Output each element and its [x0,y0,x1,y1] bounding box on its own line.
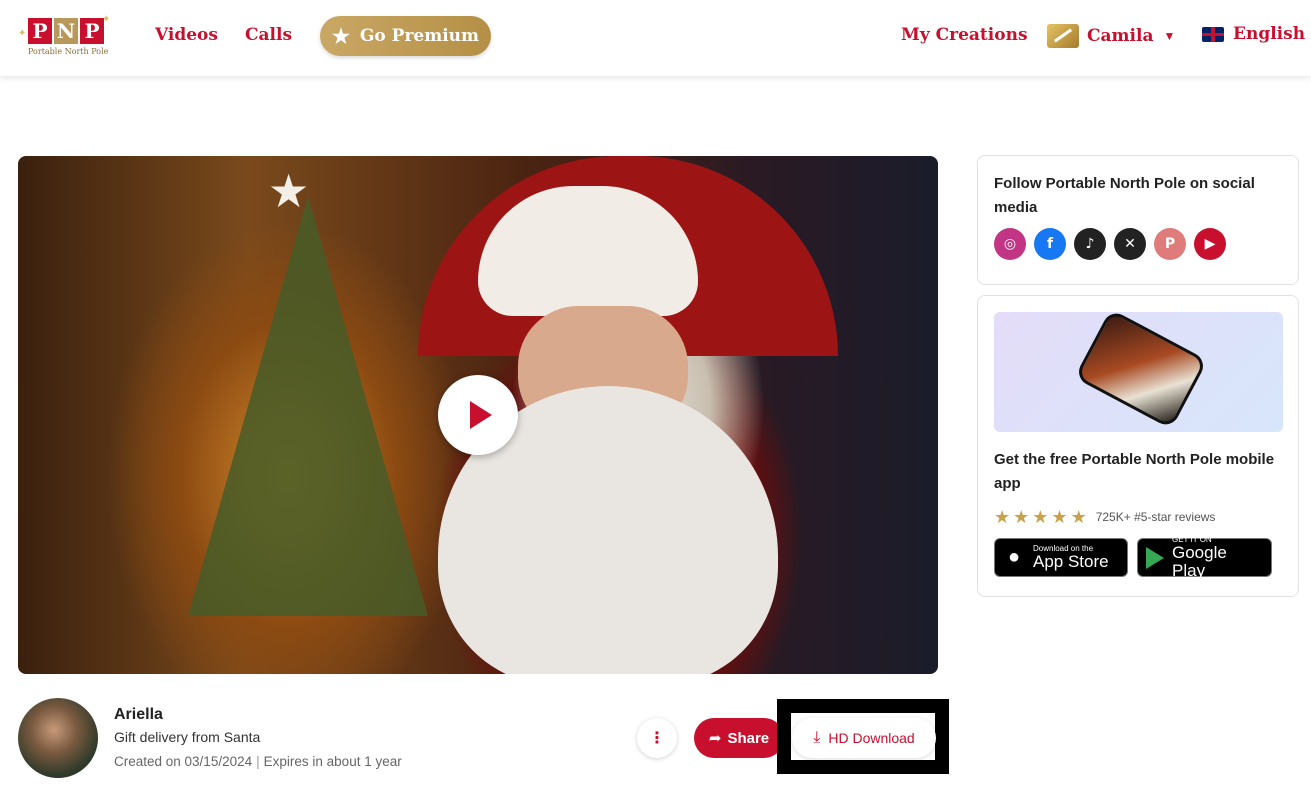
google-play-big: Google Play [1172,543,1227,580]
logo-letter: N [54,18,78,44]
creation-dates: Created on 03/15/2024 | Expires in about 1… [114,754,402,769]
app-card-title: Get the free Portable North Pole mobile … [994,451,1275,492]
app-promo-image [994,312,1283,432]
divider: | [256,754,260,769]
top-header: ✦ ✦ P N P Portable North Pole Videos Cal… [0,0,1311,76]
chevron-down-icon: ▼ [1163,29,1176,43]
nav-calls[interactable]: Calls [245,25,292,45]
logo-letter: P [80,18,104,44]
app-store-text: Download on the App Store [1033,544,1109,571]
christmas-tree-graphic [188,196,428,616]
share-label: Share [727,729,770,747]
instagram-icon[interactable]: ◎ [994,228,1026,260]
logo-letters: P N P [28,18,104,44]
logo-letter: P [28,18,52,44]
hd-download-button[interactable]: ⤓ HD Download [792,718,936,758]
store-buttons-row: ● Download on the App Store GET IT ON Go… [994,535,1282,580]
google-play-icon [1146,546,1164,569]
rating-row: ★ ★ ★ ★ ★ 725K+ #5-star reviews [994,508,1282,526]
phone-graphic [1074,312,1208,430]
app-store-button[interactable]: ● Download on the App Store [994,538,1128,577]
language-label: English [1233,24,1306,44]
rating-text: 725K+ #5-star reviews [1095,510,1216,524]
share-button[interactable]: ➦ Share [694,718,784,758]
hd-download-label: HD Download [828,730,915,746]
play-button[interactable] [438,375,518,455]
nav-videos[interactable]: Videos [155,25,218,45]
social-follow-card: Follow Portable North Pole on social med… [977,155,1299,285]
google-play-button[interactable]: GET IT ON Google Play [1137,535,1272,580]
x-icon[interactable]: ✕ [1114,228,1146,260]
play-icon [470,401,492,429]
share-arrow-icon: ➦ [708,730,722,747]
rating-star-icon: ★ [1032,507,1049,527]
rating-star-icon: ★ [1013,507,1030,527]
apple-icon: ● [1007,546,1021,568]
rating-star-icon: ★ [994,507,1011,527]
google-play-text: GET IT ON Google Play [1172,535,1263,580]
go-premium-button[interactable]: ★ Go Premium [320,16,491,56]
social-card-title: Follow Portable North Pole on social med… [994,175,1255,216]
video-player[interactable]: ★ [18,156,938,674]
avatar [18,698,98,778]
magic-wand-icon [1047,24,1079,48]
creation-subtitle: Gift delivery from Santa [114,729,261,745]
star-icon: ★ [331,24,350,48]
uk-flag-icon [1202,26,1224,42]
sparkle-icon: ✦ [18,28,27,39]
created-date: Created on 03/15/2024 [114,754,253,769]
download-icon: ⤓ [813,729,821,746]
go-premium-label: Go Premium [359,26,480,46]
user-menu[interactable]: Camila ▼ [1047,24,1175,48]
app-store-big: App Store [1033,552,1109,571]
recipient-name: Ariella [114,706,163,723]
kebab-icon: ⋮ [649,730,665,747]
nav-my-creations[interactable]: My Creations [901,25,1028,45]
pnp-logo[interactable]: ✦ ✦ P N P Portable North Pole [18,14,110,60]
expires-text: Expires in about 1 year [263,754,402,769]
language-selector[interactable]: English [1202,24,1305,44]
facebook-icon[interactable]: f [1034,228,1066,260]
mobile-app-card: Get the free Portable North Pole mobile … [977,295,1299,597]
rating-star-icon: ★ [1070,507,1087,527]
youtube-icon[interactable]: ▶ [1194,228,1226,260]
tree-star-icon: ★ [268,165,310,217]
user-name: Camila [1087,26,1154,46]
social-icons-row: ◎ f ♪ ✕ P ▶ [994,228,1282,260]
more-options-button[interactable]: ⋮ [637,718,677,758]
pinterest-icon[interactable]: P [1154,228,1186,260]
rating-star-icon: ★ [1051,507,1068,527]
creation-meta: Ariella Gift delivery from Santa Created… [114,706,402,769]
logo-subtitle: Portable North Pole [28,47,109,56]
tiktok-icon[interactable]: ♪ [1074,228,1106,260]
